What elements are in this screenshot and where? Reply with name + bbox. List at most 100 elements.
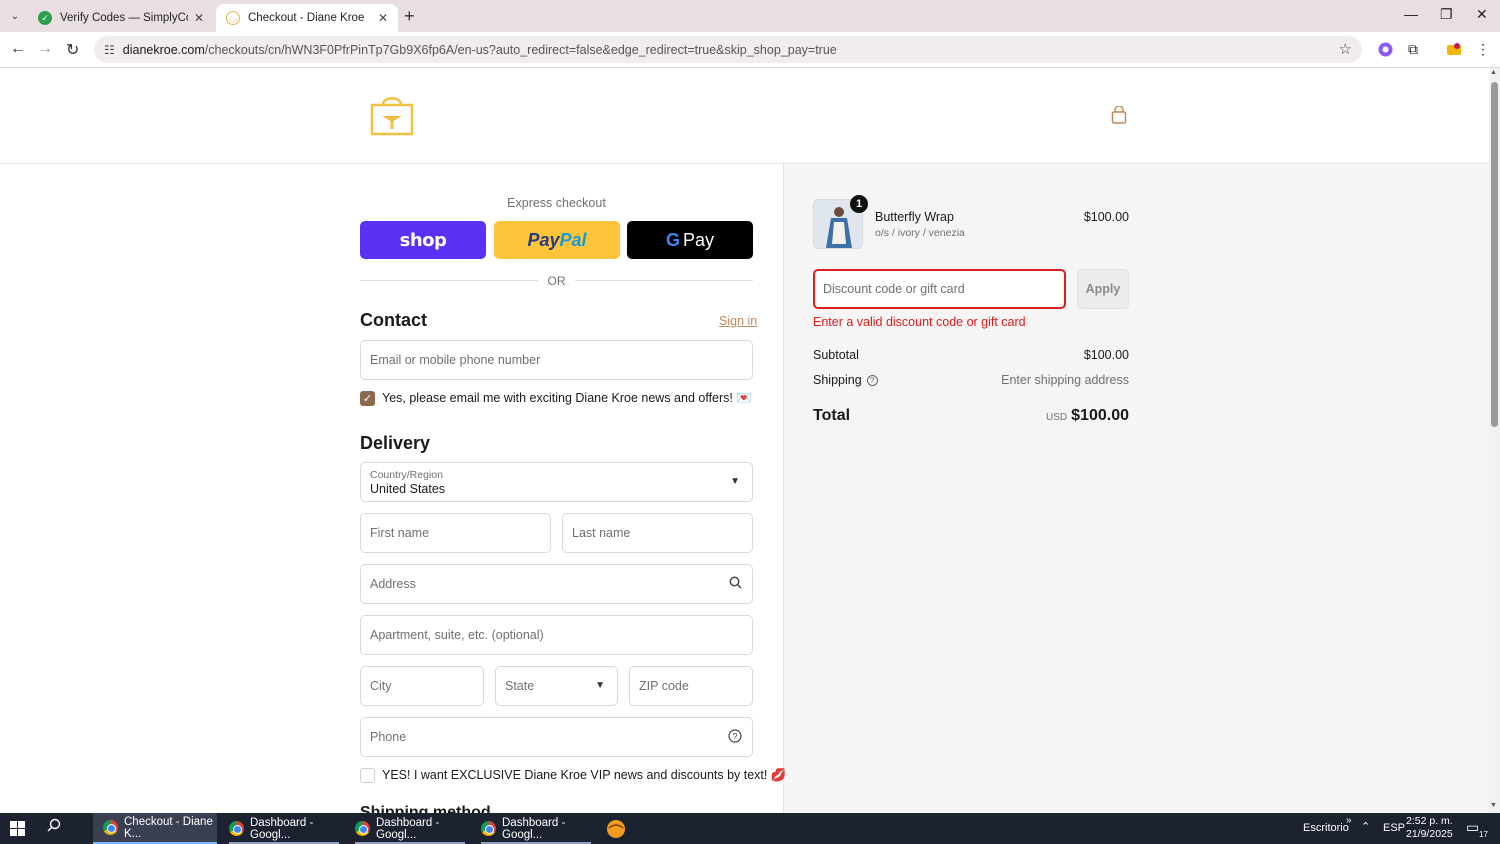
- checkout-page: Express checkout shop Pay Pal G Pay OR Con…: [0, 68, 1489, 813]
- extensions-puzzle-icon[interactable]: ⧉: [1404, 40, 1422, 58]
- product-variant: o/s / ivory / venezia: [875, 227, 965, 239]
- discount-code-input[interactable]: Discount code or gift card: [813, 269, 1066, 309]
- close-tab-icon[interactable]: ✕: [378, 11, 388, 25]
- chrome-icon: [355, 821, 370, 836]
- site-info-icon[interactable]: ☷: [104, 43, 115, 57]
- tray-chevron-up-icon[interactable]: ⌃: [1361, 820, 1370, 833]
- last-name-field[interactable]: Last name: [562, 513, 753, 553]
- taskbar-app-dashboard-1[interactable]: Dashboard - Googl...: [219, 813, 343, 844]
- reload-icon[interactable]: ↻: [66, 40, 79, 60]
- google-g-icon: G: [665, 229, 680, 250]
- profile-avatar-icon[interactable]: [1445, 40, 1463, 58]
- scrollbar-thumb[interactable]: [1491, 82, 1498, 427]
- new-tab-button[interactable]: +: [404, 6, 415, 27]
- tab-title: Verify Codes — SimplyCodes: [60, 12, 188, 24]
- delivery-heading: Delivery: [360, 433, 431, 453]
- page-scrollbar[interactable]: ▲ ▼: [1489, 68, 1500, 813]
- scroll-down-arrow-icon[interactable]: ▼: [1490, 802, 1497, 809]
- email-field[interactable]: Email or mobile phone number: [360, 340, 753, 380]
- order-summary-panel: [783, 164, 1489, 813]
- sms-checkbox-row[interactable]: YES! I want EXCLUSIVE Diane Kroe VIP new…: [360, 768, 786, 783]
- taskbar-app-extra[interactable]: [596, 813, 632, 844]
- scroll-up-arrow-icon[interactable]: ▲: [1490, 69, 1497, 76]
- close-window-button[interactable]: ✕: [1476, 6, 1488, 23]
- tab-search-button[interactable]: ⌄: [4, 5, 26, 27]
- subtotal-value: $100.00: [1083, 348, 1129, 362]
- newsletter-checkbox[interactable]: ✓: [360, 391, 375, 406]
- google-pay-button[interactable]: G Pay: [627, 221, 753, 259]
- chrome-icon: [481, 821, 496, 836]
- simplycodes-favicon-icon: ✓: [38, 11, 52, 25]
- help-icon[interactable]: ?: [728, 729, 742, 746]
- forward-icon[interactable]: →: [37, 40, 53, 58]
- taskbar-app-checkout[interactable]: Checkout - Diane K...: [93, 813, 217, 844]
- newsletter-label: Yes, please email me with exciting Diane…: [382, 391, 752, 405]
- shipping-method-heading: Shipping method: [360, 804, 491, 813]
- taskbar-app-dashboard-3[interactable]: Dashboard - Googl...: [471, 813, 595, 844]
- search-icon: [729, 576, 742, 592]
- shipping-label: Shipping ?: [813, 373, 878, 387]
- chrome-icon: [229, 821, 244, 836]
- cart-bag-icon[interactable]: [1110, 105, 1128, 127]
- sign-in-link[interactable]: Sign in: [719, 314, 757, 328]
- chevron-down-icon: ▼: [595, 680, 605, 691]
- restore-button[interactable]: ❐: [1440, 6, 1453, 23]
- minimize-button[interactable]: —: [1404, 6, 1418, 22]
- taskbar-clock[interactable]: 2:52 p. m. 21/9/2025: [1406, 815, 1453, 841]
- total-value: USD $100.00: [1046, 407, 1129, 424]
- contact-heading: Contact: [360, 310, 427, 330]
- url-text: dianekroe.com/checkouts/cn/hWN3F0PfrPinT…: [122, 42, 837, 57]
- shipping-value: Enter shipping address: [1001, 373, 1129, 387]
- sms-checkbox[interactable]: [360, 768, 375, 783]
- bookmark-star-icon[interactable]: ☆: [1339, 40, 1352, 58]
- store-header: [0, 68, 1489, 164]
- subtotal-label: Subtotal: [813, 348, 859, 362]
- city-field[interactable]: City: [360, 666, 484, 706]
- phone-field[interactable]: Phone ?: [360, 717, 753, 757]
- sms-label: YES! I want EXCLUSIVE Diane Kroe VIP new…: [382, 768, 787, 782]
- desktop-toolbar-label[interactable]: Escritorio: [1303, 822, 1349, 834]
- browser-toolbar: ← → ↻ ☷ dianekroe.com/checkouts/cn/hWN3F…: [0, 32, 1500, 68]
- paypal-button[interactable]: Pay Pal: [494, 221, 620, 259]
- tab-simplycodes[interactable]: ✓ Verify Codes — SimplyCodes ✕: [28, 4, 214, 32]
- extension-icon[interactable]: [1376, 40, 1394, 58]
- store-logo[interactable]: [370, 92, 414, 139]
- notification-count: 17: [1479, 830, 1488, 839]
- express-checkout-label: Express checkout: [507, 196, 606, 210]
- or-divider: OR: [360, 274, 753, 288]
- taskbar-app-dashboard-2[interactable]: Dashboard - Googl...: [345, 813, 469, 844]
- notifications-icon[interactable]: ▭: [1466, 819, 1479, 836]
- state-select[interactable]: State ▼: [495, 666, 618, 706]
- newsletter-checkbox-row[interactable]: ✓ Yes, please email me with exciting Dia…: [360, 391, 752, 406]
- country-select[interactable]: Country/Region United States ▼: [360, 462, 753, 502]
- quantity-badge: 1: [850, 195, 868, 213]
- browser-menu-icon[interactable]: ⋮: [1474, 40, 1492, 58]
- address-field[interactable]: Address: [360, 564, 753, 604]
- language-indicator[interactable]: ESP: [1383, 822, 1405, 834]
- chrome-icon: [103, 820, 118, 835]
- windows-taskbar: Checkout - Diane K... Dashboard - Googl.…: [0, 813, 1500, 844]
- currency-code: USD: [1046, 412, 1068, 423]
- tab-title: Checkout - Diane Kroe: [248, 12, 365, 24]
- apartment-field[interactable]: Apartment, suite, etc. (optional): [360, 615, 753, 655]
- tab-strip: ⌄ ✓ Verify Codes — SimplyCodes ✕ ◡ Check…: [0, 0, 1500, 32]
- close-tab-icon[interactable]: ✕: [194, 11, 204, 25]
- apply-discount-button[interactable]: Apply: [1077, 269, 1129, 309]
- shop-pay-button[interactable]: shop: [360, 221, 486, 259]
- taskbar-search-icon[interactable]: [47, 818, 62, 837]
- discount-error-message: Enter a valid discount code or gift card: [813, 315, 1026, 329]
- product-price: $100.00: [1083, 210, 1129, 224]
- app-icon: [607, 819, 625, 838]
- zip-field[interactable]: ZIP code: [629, 666, 753, 706]
- chevron-down-icon: ▼: [730, 476, 740, 487]
- dianekroe-favicon-icon: ◡: [226, 11, 240, 25]
- shipping-help-icon[interactable]: ?: [866, 374, 878, 386]
- toolbar-expand-icon[interactable]: »: [1346, 815, 1352, 826]
- windows-start-icon[interactable]: [10, 821, 25, 836]
- tab-checkout[interactable]: ◡ Checkout - Diane Kroe ✕: [216, 4, 398, 32]
- address-bar[interactable]: ☷ dianekroe.com/checkouts/cn/hWN3F0PfrPi…: [94, 36, 1362, 63]
- total-label: Total: [813, 407, 851, 424]
- product-name: Butterfly Wrap: [875, 210, 954, 224]
- back-icon[interactable]: ←: [10, 40, 26, 58]
- first-name-field[interactable]: First name: [360, 513, 551, 553]
